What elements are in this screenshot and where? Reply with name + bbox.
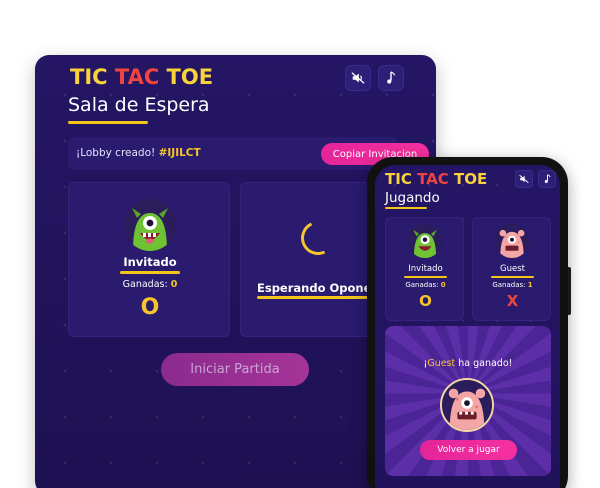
music-button[interactable] [538,170,556,188]
app-logo: TIC TAC TOE [70,65,213,89]
player-mark: O [419,292,432,310]
title-underline [385,207,427,209]
player-card-host: Invitado Ganadas: 0 O [68,182,230,337]
phone-side-button [568,267,571,315]
winner-name: Guest [427,358,456,369]
player-name-underline [404,276,447,278]
logo-tac: TAC [114,65,160,89]
wins-label: Ganadas: [122,279,168,290]
green-monster-avatar [124,199,176,251]
play-again-button[interactable]: Volver a jugar [420,440,517,460]
wins-value: 1 [527,281,533,289]
phone-screen: TIC TAC TOE Jugando Invitado Ganadas: 0 … [375,165,560,488]
result-message: ¡Guest ha ganado! [385,358,551,369]
app-logo: TIC TAC TOE [385,170,487,188]
result-suffix: ha ganado! [455,358,513,369]
music-note-icon [544,174,550,183]
player-card-host: Invitado Ganadas: 0 O [385,217,464,321]
logo-tac: TAC [417,170,449,188]
lobby-created-text: ¡Lobby creado! [76,147,156,159]
player-mark: O [140,295,160,320]
player-name: Guest [500,264,525,274]
phone-frame: TIC TAC TOE Jugando Invitado Ganadas: 0 … [367,157,571,488]
wins-count: Ganadas: 1 [473,281,552,289]
pink-monster-avatar [495,224,529,258]
logo-tic: TIC [385,170,412,188]
player-name-underline [491,276,534,278]
music-button[interactable] [378,65,404,91]
mute-icon [519,174,529,184]
wins-value: 0 [170,279,178,290]
page-title: Sala de Espera [68,94,210,116]
result-panel: ¡Guest ha ganado! Volver a jugar [385,326,551,476]
wins-count: Ganadas: 0 [386,281,465,289]
start-game-button[interactable]: Iniciar Partida [161,353,309,386]
wins-label: Ganadas: [492,281,526,289]
title-underline [68,121,148,124]
logo-toe: TOE [166,65,214,89]
lobby-banner: ¡Lobby creado! #IJILCT Copiar Invitacion [68,137,429,170]
logo-toe: TOE [453,170,488,188]
logo-tic: TIC [70,65,108,89]
player-name: Invitado [408,264,443,274]
mute-button[interactable] [345,65,371,91]
wins-value: 0 [440,281,446,289]
wins-count: Ganadas: 0 [69,279,231,290]
green-monster-avatar [408,224,442,258]
wins-label: Ganadas: [405,281,439,289]
lobby-message: ¡Lobby creado! #IJILCT [76,147,201,159]
player-mark: X [506,292,519,310]
page-title: Jugando [385,190,440,206]
player-name: Invitado [123,255,177,269]
pink-monster-avatar [440,378,494,432]
lobby-code: #IJILCT [158,147,201,159]
player-card-opponent: Guest Ganadas: 1 X [472,217,551,321]
spinner-icon [296,216,340,260]
mute-button[interactable] [515,170,533,188]
music-note-icon [387,71,396,84]
player-name-underline [120,271,180,274]
mute-icon [351,72,365,84]
